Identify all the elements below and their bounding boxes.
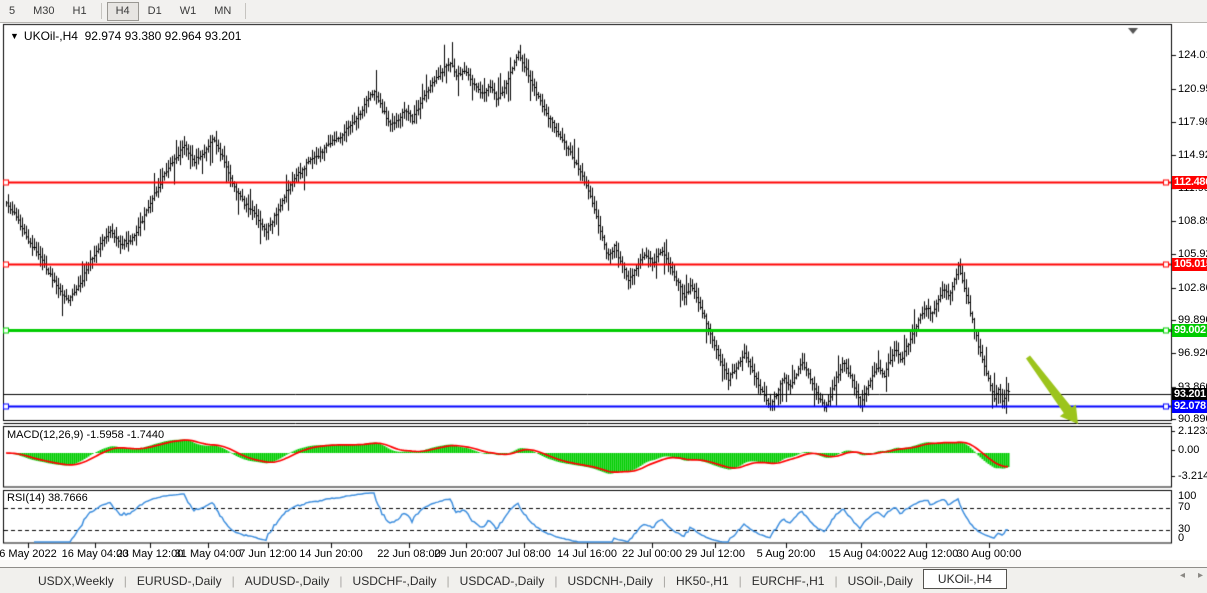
toolbar-separator — [101, 3, 102, 19]
symbol-tab-usdx-weekly[interactable]: USDX,Weekly — [28, 572, 124, 590]
tab-scroll-left-button[interactable]: ◂ — [1180, 570, 1185, 581]
timeframe-button-w1[interactable]: W1 — [171, 2, 206, 21]
symbol-tab-ukoil-h4[interactable]: UKOil-,H4 — [923, 569, 1007, 589]
toolbar-separator — [245, 3, 246, 19]
timeframe-button-m30[interactable]: M30 — [24, 2, 63, 21]
symbol-tab-audusd-daily[interactable]: AUDUSD-,Daily — [235, 572, 340, 590]
symbol-tab-usdcad-daily[interactable]: USDCAD-,Daily — [450, 572, 555, 590]
timeframe-button-mn[interactable]: MN — [205, 2, 240, 21]
timeframe-button-h4[interactable]: H4 — [107, 2, 139, 21]
symbol-tab-usoil-daily[interactable]: USOil-,Daily — [838, 572, 923, 590]
timeframe-button-5[interactable]: 5 — [0, 2, 24, 21]
timeframe-button-h1[interactable]: H1 — [64, 2, 96, 21]
symbol-tab-hk50-h1[interactable]: HK50-,H1 — [666, 572, 739, 590]
chart-canvas[interactable] — [0, 0, 1207, 593]
tab-strip-gap — [0, 560, 1207, 567]
symbol-tab-eurchf-h1[interactable]: EURCHF-,H1 — [742, 572, 835, 590]
timeframe-toolbar: 5M30H1 H4D1W1MN — [0, 0, 1207, 23]
timeframe-button-d1[interactable]: D1 — [139, 2, 171, 21]
symbol-tab-usdcnh-daily[interactable]: USDCNH-,Daily — [557, 572, 662, 590]
symbol-tab-bar: USDX,Weekly|EURUSD-,Daily|AUDUSD-,Daily|… — [0, 567, 1207, 593]
tab-scroll-right-button[interactable]: ▸ — [1198, 570, 1203, 581]
symbol-tab-usdchf-daily[interactable]: USDCHF-,Daily — [343, 572, 447, 590]
symbol-tab-eurusd-daily[interactable]: EURUSD-,Daily — [127, 572, 232, 590]
